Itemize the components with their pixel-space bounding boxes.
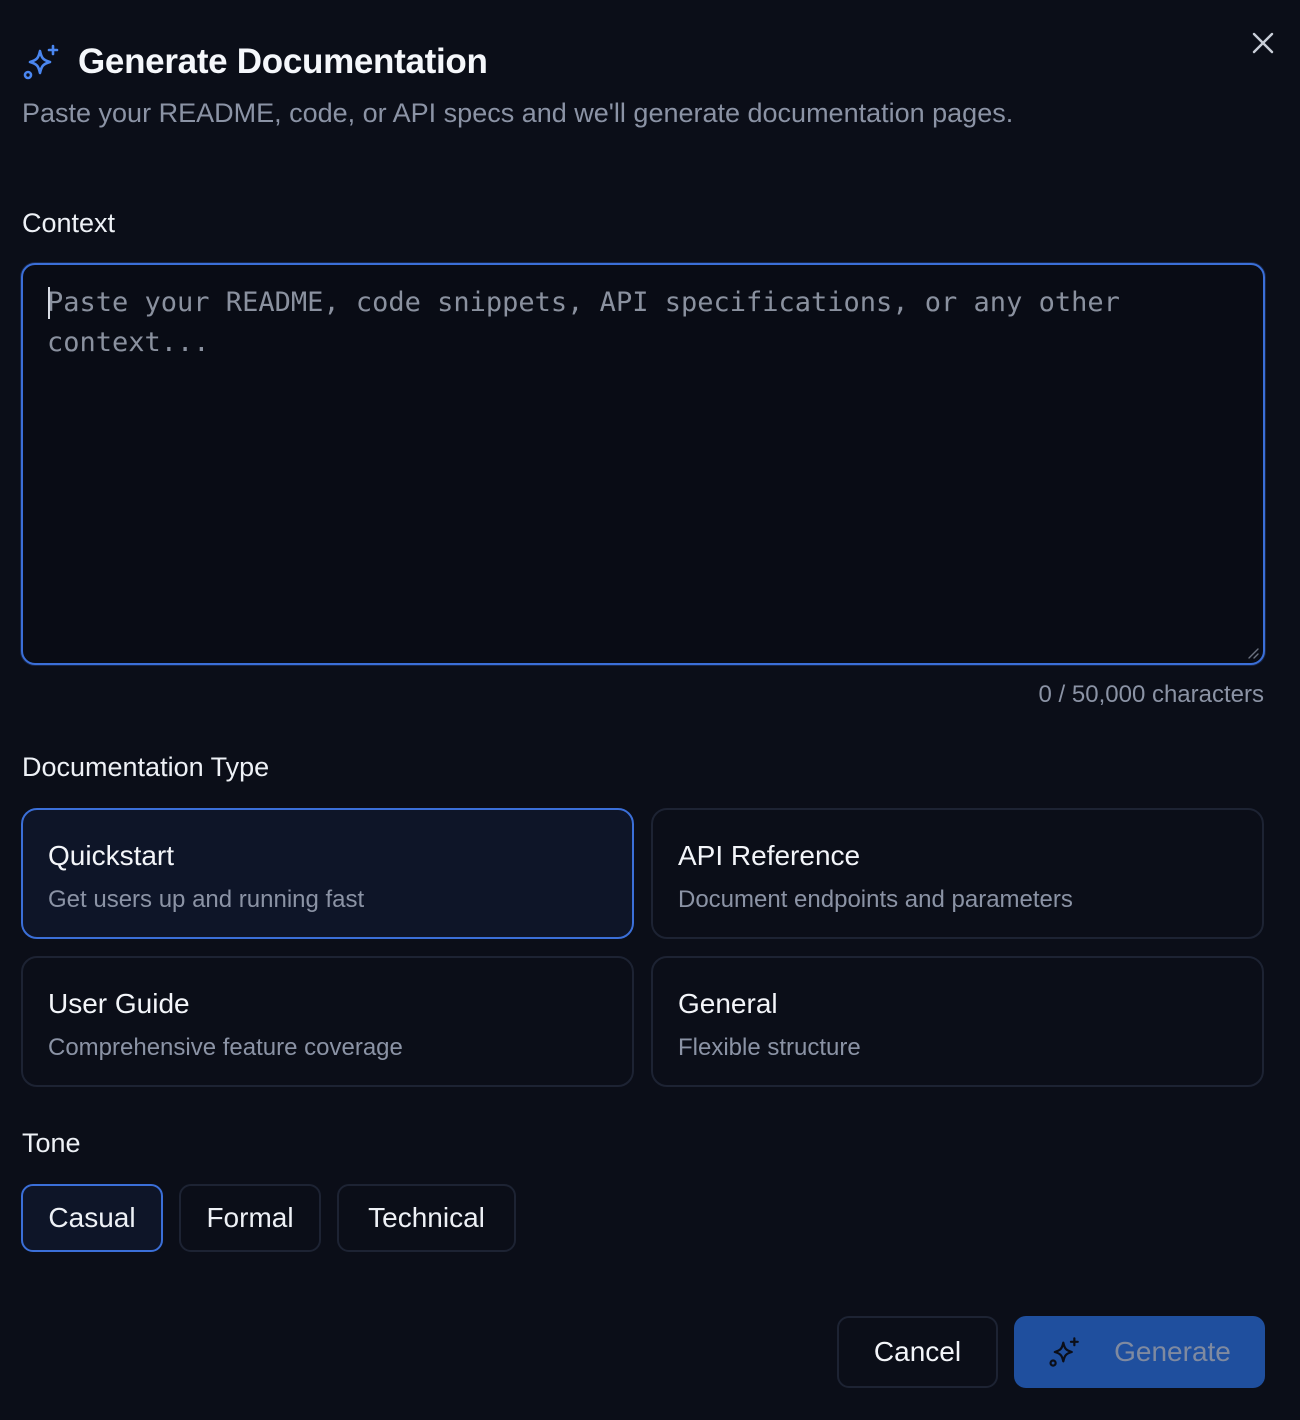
doc-type-option-title: General — [678, 988, 778, 1019]
doc-type-option-title: User Guide — [48, 988, 190, 1019]
text-caret — [48, 287, 50, 319]
doc-type-option-title: Quickstart — [48, 840, 175, 871]
doc-type-option-quickstart[interactable]: Quickstart Get users up and running fast — [21, 808, 634, 939]
doc-type-option-user-guide[interactable]: User Guide Comprehensive feature coverag… — [21, 956, 634, 1087]
sparkles-icon — [1048, 1335, 1082, 1369]
doc-type-option-api-reference[interactable]: API Reference Document endpoints and par… — [651, 808, 1264, 939]
cancel-button[interactable]: Cancel — [837, 1316, 998, 1388]
doc-type-option-description: Get users up and running fast — [48, 886, 365, 913]
character-count: 0 / 50,000 characters — [1038, 681, 1264, 708]
generate-documentation-dialog: Generate Documentation Paste your README… — [0, 0, 1300, 1420]
tone-option-casual[interactable]: Casual — [21, 1184, 163, 1252]
context-textarea[interactable] — [23, 265, 1263, 663]
doc-type-option-description: Document endpoints and parameters — [678, 886, 1073, 913]
resize-handle-icon[interactable] — [1245, 645, 1259, 659]
doc-type-option-general[interactable]: General Flexible structure — [651, 956, 1264, 1087]
tone-option-formal[interactable]: Formal — [179, 1184, 321, 1252]
dialog-header: Generate Documentation — [22, 42, 488, 82]
close-icon — [1251, 31, 1275, 60]
dialog-title: Generate Documentation — [78, 42, 488, 81]
sparkles-icon — [22, 42, 62, 82]
doc-type-option-description: Flexible structure — [678, 1034, 861, 1061]
documentation-type-label: Documentation Type — [22, 752, 270, 782]
tone-label: Tone — [22, 1128, 81, 1158]
doc-type-option-title: API Reference — [678, 840, 861, 871]
context-textarea-container — [21, 263, 1265, 665]
close-button[interactable] — [1248, 30, 1278, 60]
dialog-subtitle: Paste your README, code, or API specs an… — [22, 98, 1014, 128]
doc-type-option-description: Comprehensive feature coverage — [48, 1034, 403, 1061]
generate-button[interactable]: Generate — [1014, 1316, 1265, 1388]
context-label: Context — [22, 208, 116, 238]
tone-option-technical[interactable]: Technical — [337, 1184, 516, 1252]
generate-button-label: Generate — [1114, 1336, 1231, 1367]
